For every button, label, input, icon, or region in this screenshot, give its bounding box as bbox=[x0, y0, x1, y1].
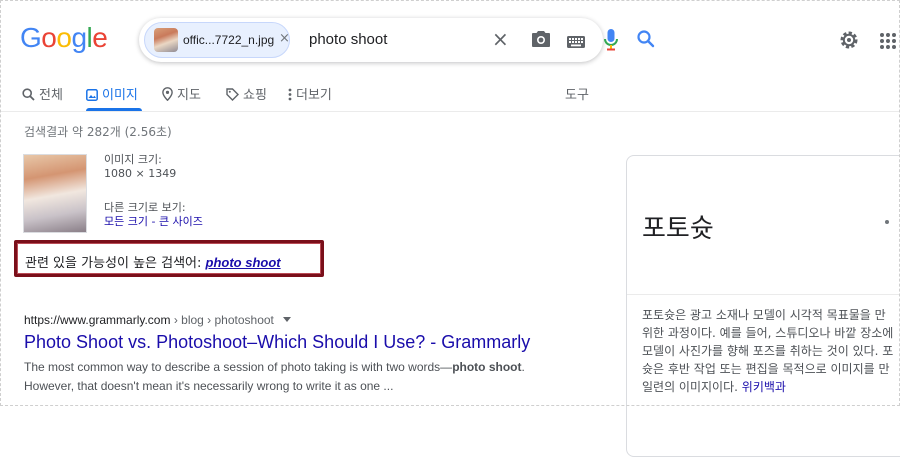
search-box[interactable]: offic...7722_n.jpg × photo shoot × bbox=[139, 18, 655, 62]
description-line: 위한 과정이다. 예를 들어, 스튜디오나 바깥 장소에 bbox=[642, 326, 894, 340]
google-logo[interactable]: Google bbox=[20, 22, 108, 54]
snippet-bold-term: photo shoot bbox=[452, 360, 522, 374]
description-line: 모델이 사진가를 향해 포즈를 취하는 것이 있다. 포 bbox=[642, 344, 894, 358]
settings-gear-icon[interactable] bbox=[839, 30, 859, 54]
wikipedia-link[interactable]: 위키백과 bbox=[742, 380, 786, 394]
image-size-label: 이미지 크기: bbox=[104, 153, 162, 166]
tab-label: 더보기 bbox=[296, 88, 332, 103]
image-size-value: 1080 × 1349 bbox=[104, 167, 177, 180]
related-search-text: 관련 있을 가능성이 높은 검색어: photo shoot bbox=[25, 252, 281, 271]
tab-label: 쇼핑 bbox=[243, 88, 267, 103]
related-search-highlight: 관련 있을 가능성이 높은 검색어: photo shoot bbox=[14, 240, 324, 277]
tab-maps[interactable]: 지도 bbox=[162, 84, 201, 103]
tools-button[interactable]: 도구 bbox=[565, 84, 589, 103]
search-icon bbox=[22, 88, 35, 101]
related-search-link[interactable]: photo shoot bbox=[206, 255, 281, 270]
result-path: › blog › photoshoot bbox=[170, 313, 274, 327]
image-chip-close-icon[interactable]: × bbox=[279, 31, 290, 46]
query-image-thumbnail[interactable] bbox=[23, 154, 87, 233]
image-icon bbox=[86, 89, 98, 101]
result-title-link[interactable]: Photo Shoot vs. Photoshoot–Which Should … bbox=[24, 332, 530, 353]
more-options-icon[interactable] bbox=[885, 220, 889, 224]
image-chip-thumbnail bbox=[154, 28, 178, 52]
map-pin-icon bbox=[162, 87, 173, 102]
result-cite: https://www.grammarly.com › blog › photo… bbox=[24, 313, 292, 327]
image-chip-filename: offic...7722_n.jpg bbox=[183, 33, 275, 47]
knowledge-panel: 포토슛 포토슛은 광고 소재나 모델이 시각적 목표물을 만 위한 과정이다. … bbox=[626, 155, 900, 457]
logo-letter: G bbox=[20, 22, 42, 53]
chevron-down-icon[interactable] bbox=[283, 317, 292, 322]
tab-shopping[interactable]: 쇼핑 bbox=[226, 84, 267, 103]
knowledge-panel-title: 포토슛 bbox=[642, 214, 714, 244]
logo-letter: e bbox=[92, 22, 108, 53]
tabs-divider bbox=[0, 111, 900, 112]
description-line-last: 일련의 이미지이다. 위키백과 bbox=[642, 378, 900, 396]
image-chip[interactable]: offic...7722_n.jpg × bbox=[144, 22, 290, 58]
knowledge-panel-description: 포토슛은 광고 소재나 모델이 시각적 목표물을 만 위한 과정이다. 예를 들… bbox=[642, 306, 900, 396]
search-icon[interactable] bbox=[636, 29, 656, 53]
snippet-text: The most common way to describe a sessio… bbox=[24, 360, 453, 374]
camera-icon[interactable] bbox=[531, 30, 551, 52]
clear-icon[interactable]: × bbox=[492, 27, 509, 51]
description-line: 슛은 후반 작업 또는 편집을 목적으로 이미지를 만 bbox=[642, 362, 890, 376]
other-sizes-link[interactable]: 모든 크기 - 큰 사이즈 bbox=[104, 215, 203, 229]
keyboard-icon[interactable] bbox=[567, 33, 585, 52]
more-vert-icon bbox=[288, 88, 292, 101]
tag-icon bbox=[226, 88, 239, 101]
logo-letter: o bbox=[56, 22, 72, 53]
related-search-label: 관련 있을 가능성이 높은 검색어: bbox=[25, 256, 202, 271]
result-snippet-line: The most common way to describe a sessio… bbox=[24, 360, 525, 374]
result-snippet-line: However, that doesn't mean it's necessar… bbox=[24, 379, 394, 393]
tab-label: 전체 bbox=[39, 88, 63, 103]
tab-images[interactable]: 이미지 bbox=[86, 84, 138, 103]
tab-label: 이미지 bbox=[102, 88, 138, 103]
tab-more[interactable]: 더보기 bbox=[288, 84, 332, 103]
description-line: 일련의 이미지이다. bbox=[642, 380, 738, 394]
result-stats: 검색결과 약 282개 (2.56초) bbox=[24, 125, 172, 139]
result-domain: https://www.grammarly.com bbox=[24, 313, 171, 327]
search-input[interactable]: photo shoot bbox=[309, 31, 387, 48]
apps-grid-icon[interactable] bbox=[880, 33, 896, 53]
description-line: 포토슛은 광고 소재나 모델이 시각적 목표물을 만 bbox=[642, 308, 886, 322]
other-sizes-label: 다른 크기로 보기: bbox=[104, 201, 186, 214]
knowledge-panel-divider bbox=[627, 294, 900, 295]
tab-all[interactable]: 전체 bbox=[22, 84, 63, 103]
logo-letter: g bbox=[71, 22, 87, 53]
microphone-icon[interactable] bbox=[604, 29, 618, 55]
logo-letter: o bbox=[41, 22, 57, 53]
tab-label: 지도 bbox=[177, 88, 201, 103]
snippet-text: . bbox=[521, 360, 525, 374]
